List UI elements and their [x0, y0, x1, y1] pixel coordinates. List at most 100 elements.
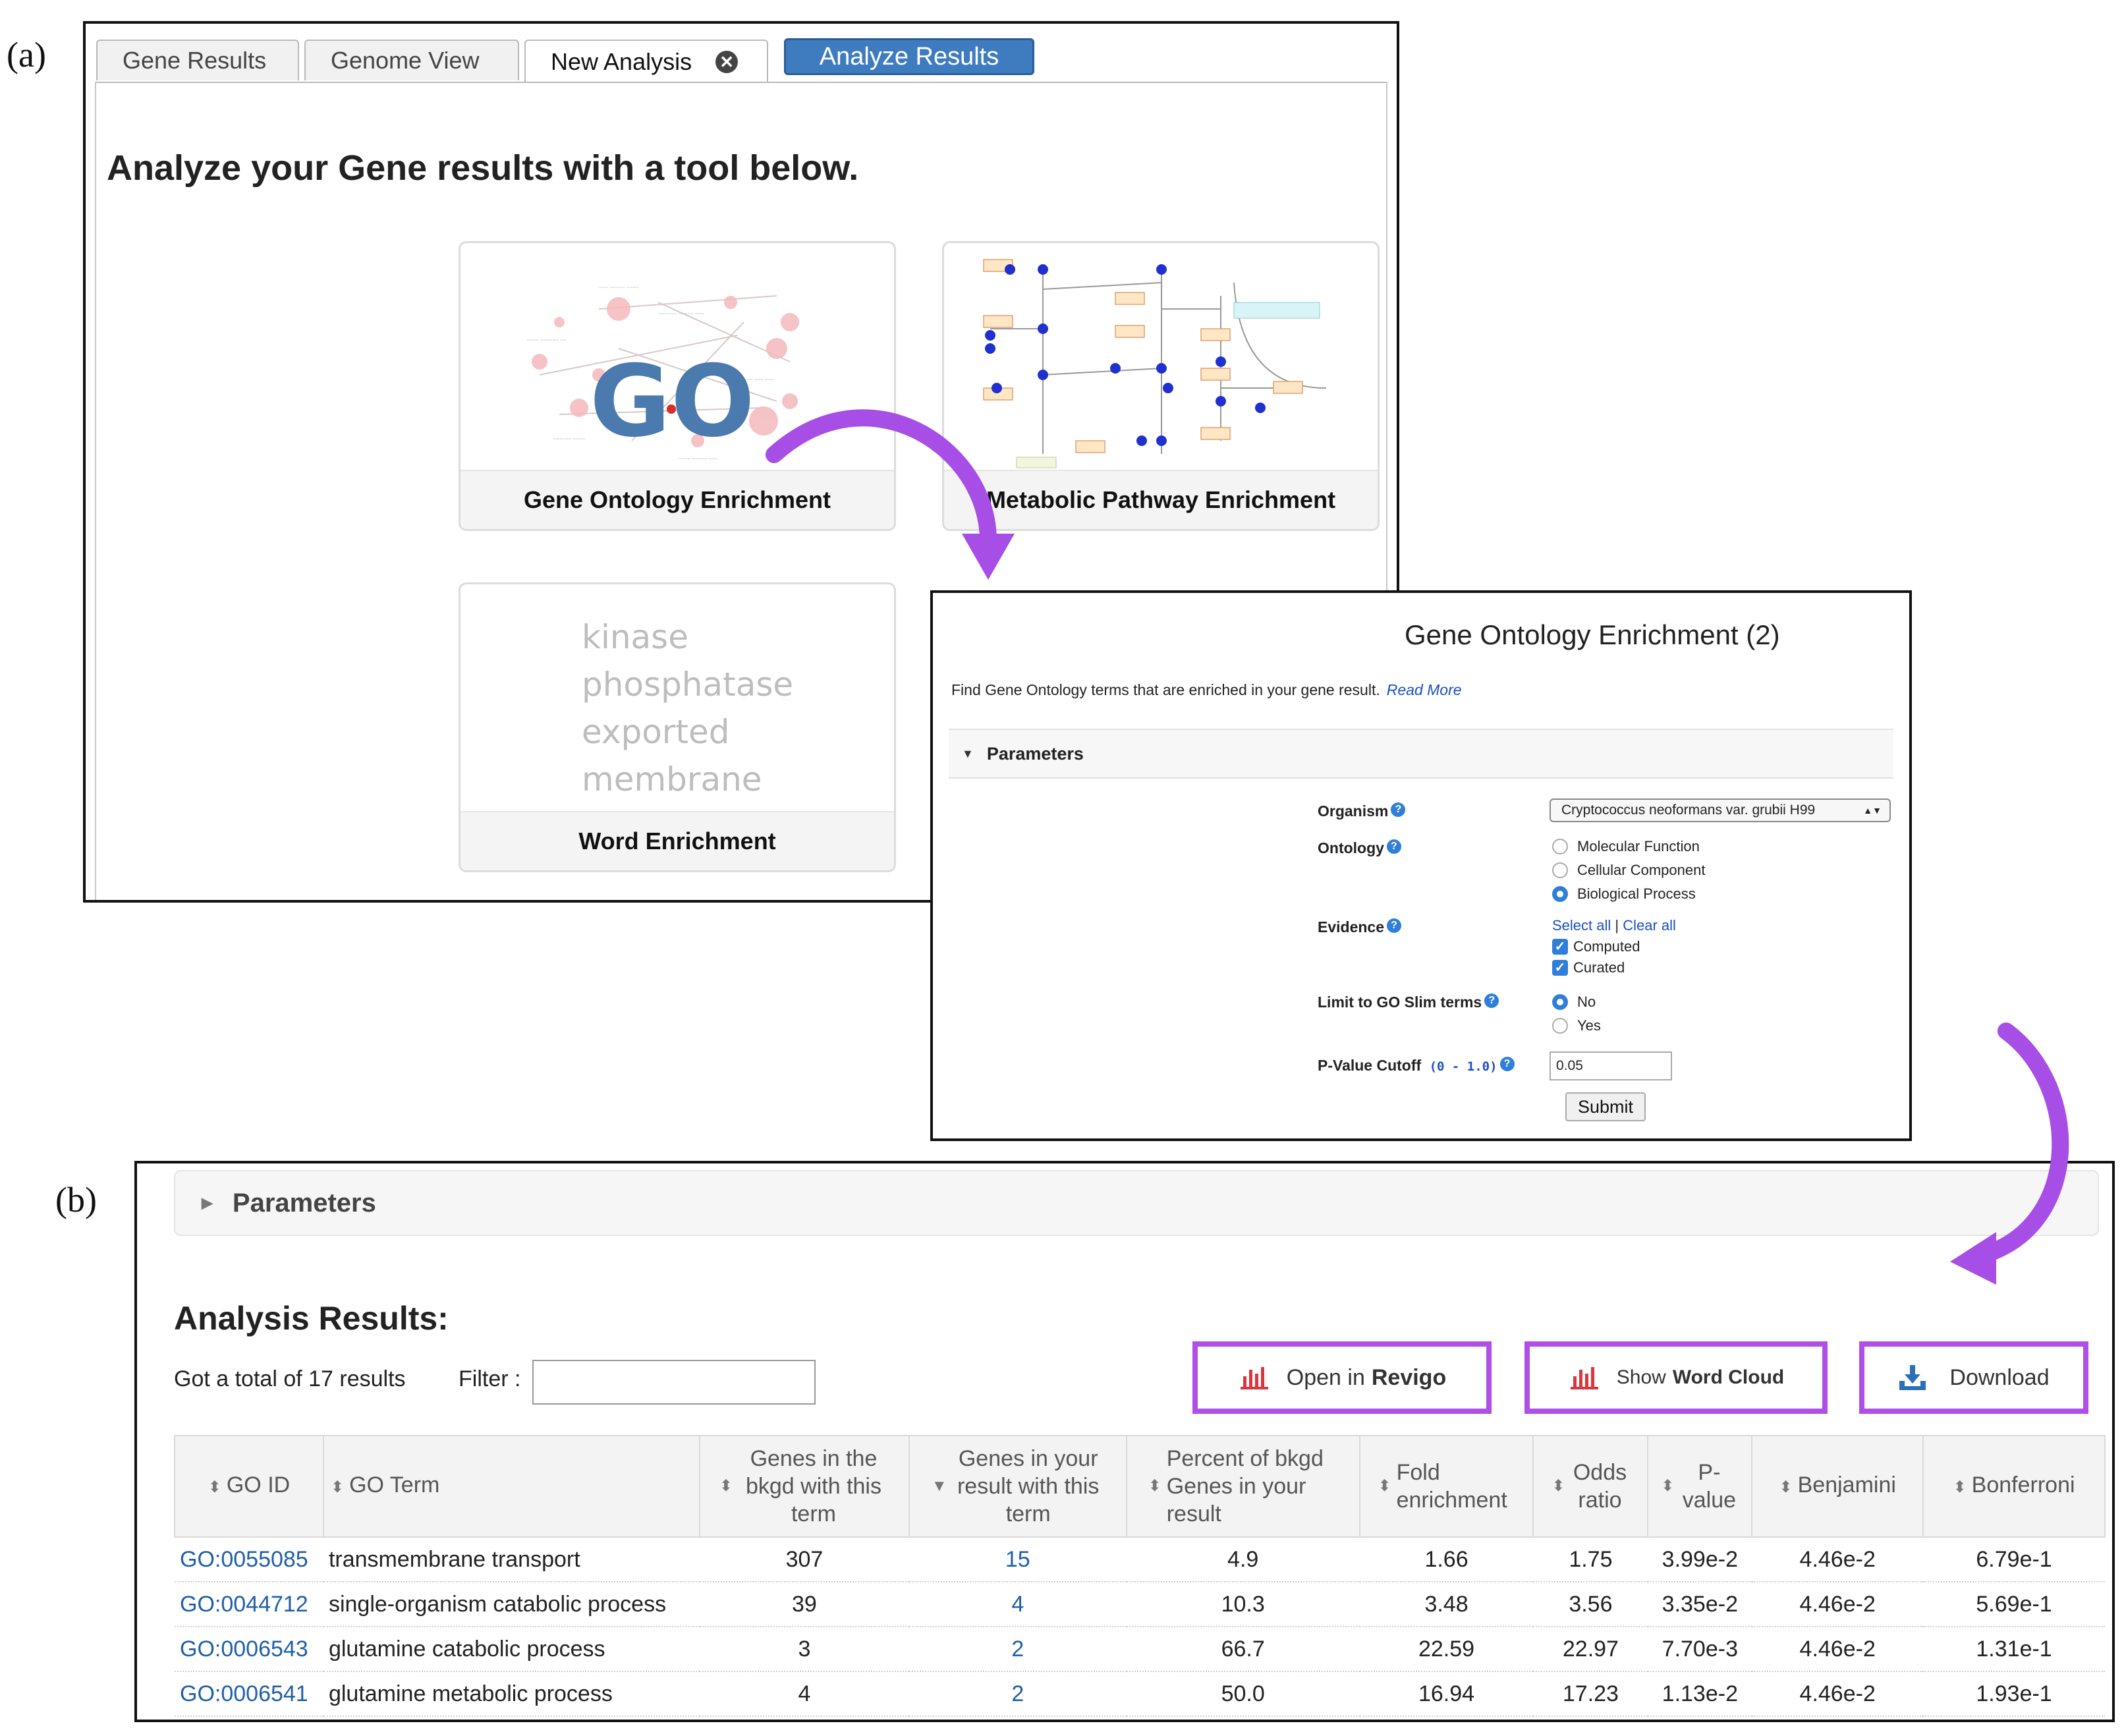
submit-button[interactable]: Submit — [1565, 1092, 1646, 1121]
column-header-go-term[interactable]: ⬍ GO Term — [322, 1435, 701, 1538]
word-item: kinase — [582, 618, 688, 656]
close-icon[interactable]: ✕ — [715, 51, 739, 73]
bkgd-genes-cell: 307 — [700, 1537, 909, 1582]
parameters-section-header[interactable]: ▼ Parameters — [949, 729, 1893, 779]
select-all-link[interactable]: Select all — [1552, 917, 1611, 934]
radio-selected-icon[interactable] — [1552, 994, 1568, 1010]
checkbox-checked-icon[interactable]: ✓ — [1552, 960, 1568, 976]
column-header-bkgd-genes[interactable]: ⬍ Genes in the bkgd with this term — [699, 1435, 910, 1538]
content-border-left — [95, 82, 96, 900]
panel-label-b: (b) — [55, 1180, 97, 1219]
word-enrichment-caption: Word Enrichment — [461, 811, 894, 870]
bkgd-genes-cell: 4 — [700, 1671, 909, 1717]
table-row: GO:0006543 glutamine catabolic process 3… — [175, 1627, 2105, 1672]
description-text: Find Gene Ontology terms that are enrich… — [951, 681, 1380, 698]
go-id-link[interactable]: GO:0044712 — [175, 1582, 323, 1627]
evidence-option-curated[interactable]: ✓ Curated — [1552, 959, 1625, 976]
filter-input[interactable] — [532, 1360, 816, 1405]
result-genes-link[interactable]: 15 — [908, 1537, 1127, 1582]
help-icon[interactable]: ? — [1387, 918, 1401, 933]
bonferroni-cell: 5.69e-1 — [1923, 1582, 2105, 1627]
column-header-p-value[interactable]: ⬍ P-value — [1647, 1435, 1753, 1538]
go-slim-option-no[interactable]: No — [1552, 994, 1596, 1011]
table-row: GO:0055085 transmembrane transport 307 1… — [175, 1537, 2105, 1582]
go-id-link[interactable]: GO:0006543 — [175, 1627, 323, 1672]
bonferroni-cell: 1.93e-1 — [1923, 1671, 2105, 1717]
clear-all-link[interactable]: Clear all — [1623, 917, 1676, 934]
help-icon[interactable]: ? — [1484, 994, 1499, 1008]
ontology-option-molecular[interactable]: Molecular Function — [1552, 838, 1700, 855]
result-genes-link[interactable]: 2 — [908, 1671, 1127, 1717]
sort-icon: ⬍ — [1551, 1477, 1565, 1495]
word-item: membrane — [582, 760, 762, 798]
sort-icon: ⬍ — [208, 1478, 221, 1496]
go-term-cell: single-organism catabolic process — [323, 1582, 700, 1627]
column-header-percent-bkgd[interactable]: ⬍ Percent of bkgd Genes in your result — [1125, 1435, 1360, 1538]
pvalue-cell: 7.70e-3 — [1648, 1627, 1752, 1672]
go-term-cell: transmembrane transport — [323, 1537, 700, 1582]
tab-genome-view[interactable]: Genome View — [304, 40, 519, 80]
parameters-collapsed-header[interactable]: ▶ Parameters — [174, 1170, 2099, 1236]
column-header-odds-ratio[interactable]: ⬍ Odds ratio — [1532, 1435, 1649, 1538]
bkgd-genes-cell: 3 — [700, 1627, 909, 1672]
tab-gene-results[interactable]: Gene Results — [96, 40, 299, 80]
column-header-benjamini[interactable]: ⬍ Benjamini — [1751, 1435, 1924, 1538]
column-header-fold-enrichment[interactable]: ⬍ Fold enrichment — [1358, 1435, 1534, 1538]
bkgd-genes-cell: 39 — [700, 1582, 909, 1627]
open-in-revigo-button[interactable]: Open in Revigo — [1192, 1341, 1492, 1414]
read-more-link[interactable]: Read More — [1387, 681, 1462, 698]
sort-icon: ⬍ — [1378, 1477, 1391, 1495]
radio-selected-icon[interactable] — [1552, 886, 1568, 902]
radio-icon[interactable] — [1552, 862, 1568, 878]
select-arrows-icon: ▲▼ — [1863, 805, 1882, 816]
organism-select[interactable]: Cryptococcus neoformans var. grubii H99 … — [1550, 798, 1891, 822]
help-icon[interactable]: ? — [1386, 839, 1401, 854]
tool-card-go-enrichment[interactable]: ~~~ ~~~~~ ~~~~ ~~~~~~ ~~~~~ ~~~ ~~~~ ~~~~… — [459, 241, 896, 531]
odds-cell: 1.75 — [1533, 1537, 1648, 1582]
evidence-select-links: Select all | Clear all — [1552, 917, 1676, 934]
go-enrichment-thumbnail: ~~~ ~~~~~ ~~~~ ~~~~~~ ~~~~~ ~~~ ~~~~ ~~~~… — [461, 243, 894, 475]
analyze-results-button[interactable]: Analyze Results — [784, 38, 1034, 75]
word-thumbnail: kinase phosphatase exported membrane — [461, 584, 894, 816]
dialog-description: Find Gene Ontology terms that are enrich… — [951, 681, 1462, 699]
help-icon[interactable]: ? — [1499, 1057, 1515, 1071]
column-header-bonferroni[interactable]: ⬍ Bonferroni — [1922, 1435, 2106, 1538]
tool-card-pathway-enrichment[interactable]: Metabolic Pathway Enrichment — [942, 241, 1380, 531]
show-word-cloud-button[interactable]: Show Word Cloud — [1524, 1341, 1828, 1414]
table-header-row: ⬍ GO ID ⬍ GO Term ⬍ Genes in the bkgd with … — [174, 1435, 2106, 1538]
download-button[interactable]: Download — [1859, 1341, 2088, 1414]
tool-card-word-enrichment[interactable]: kinase phosphatase exported membrane Wor… — [459, 582, 896, 872]
result-genes-link[interactable]: 2 — [908, 1627, 1127, 1672]
organism-label: Organism? — [1318, 802, 1406, 820]
result-genes-link[interactable]: 4 — [908, 1582, 1127, 1627]
tab-new-analysis[interactable]: New Analysis ✕ — [524, 40, 768, 83]
fold-cell: 22.59 — [1359, 1627, 1534, 1672]
odds-cell: 3.56 — [1533, 1582, 1648, 1627]
word-item: phosphatase — [582, 665, 794, 704]
go-term-cell: glutamine metabolic process — [323, 1671, 700, 1717]
column-header-result-genes[interactable]: ▼ Genes in your result with this term — [908, 1435, 1127, 1538]
column-header-go-id[interactable]: ⬍ GO ID — [174, 1435, 324, 1538]
radio-icon[interactable] — [1552, 839, 1568, 854]
checkbox-checked-icon[interactable]: ✓ — [1552, 939, 1568, 955]
pvalue-cell: 1.13e-2 — [1648, 1671, 1752, 1717]
bonferroni-cell: 1.31e-1 — [1923, 1627, 2105, 1672]
radio-icon[interactable] — [1552, 1018, 1568, 1034]
svg-text:~~~~ ~~~~~~ ~~: ~~~~ ~~~~~~ ~~ — [526, 337, 567, 343]
table-row: GO:0044712 single-organism catabolic pro… — [175, 1582, 2105, 1627]
go-slim-option-yes[interactable]: Yes — [1552, 1017, 1601, 1034]
help-icon[interactable]: ? — [1391, 802, 1406, 817]
revigo-label-bold: Revigo — [1371, 1364, 1447, 1390]
go-id-link[interactable]: GO:0055085 — [175, 1537, 323, 1582]
ontology-label: Ontology? — [1318, 839, 1401, 857]
svg-text:~~~ ~~~~~ ~~~~: ~~~ ~~~~~ ~~~~ — [599, 285, 639, 291]
ontology-option-cellular[interactable]: Cellular Component — [1552, 862, 1705, 879]
go-id-link[interactable]: GO:0006541 — [175, 1671, 323, 1717]
percent-cell: 66.7 — [1126, 1627, 1360, 1672]
sort-icon: ⬍ — [330, 1478, 345, 1496]
download-icon — [1899, 1365, 1926, 1390]
ontology-option-biological[interactable]: Biological Process — [1552, 885, 1696, 903]
pvalue-input[interactable]: 0.05 — [1550, 1051, 1672, 1080]
sort-icon: ⬍ — [1779, 1478, 1793, 1496]
evidence-option-computed[interactable]: ✓ Computed — [1552, 938, 1640, 955]
